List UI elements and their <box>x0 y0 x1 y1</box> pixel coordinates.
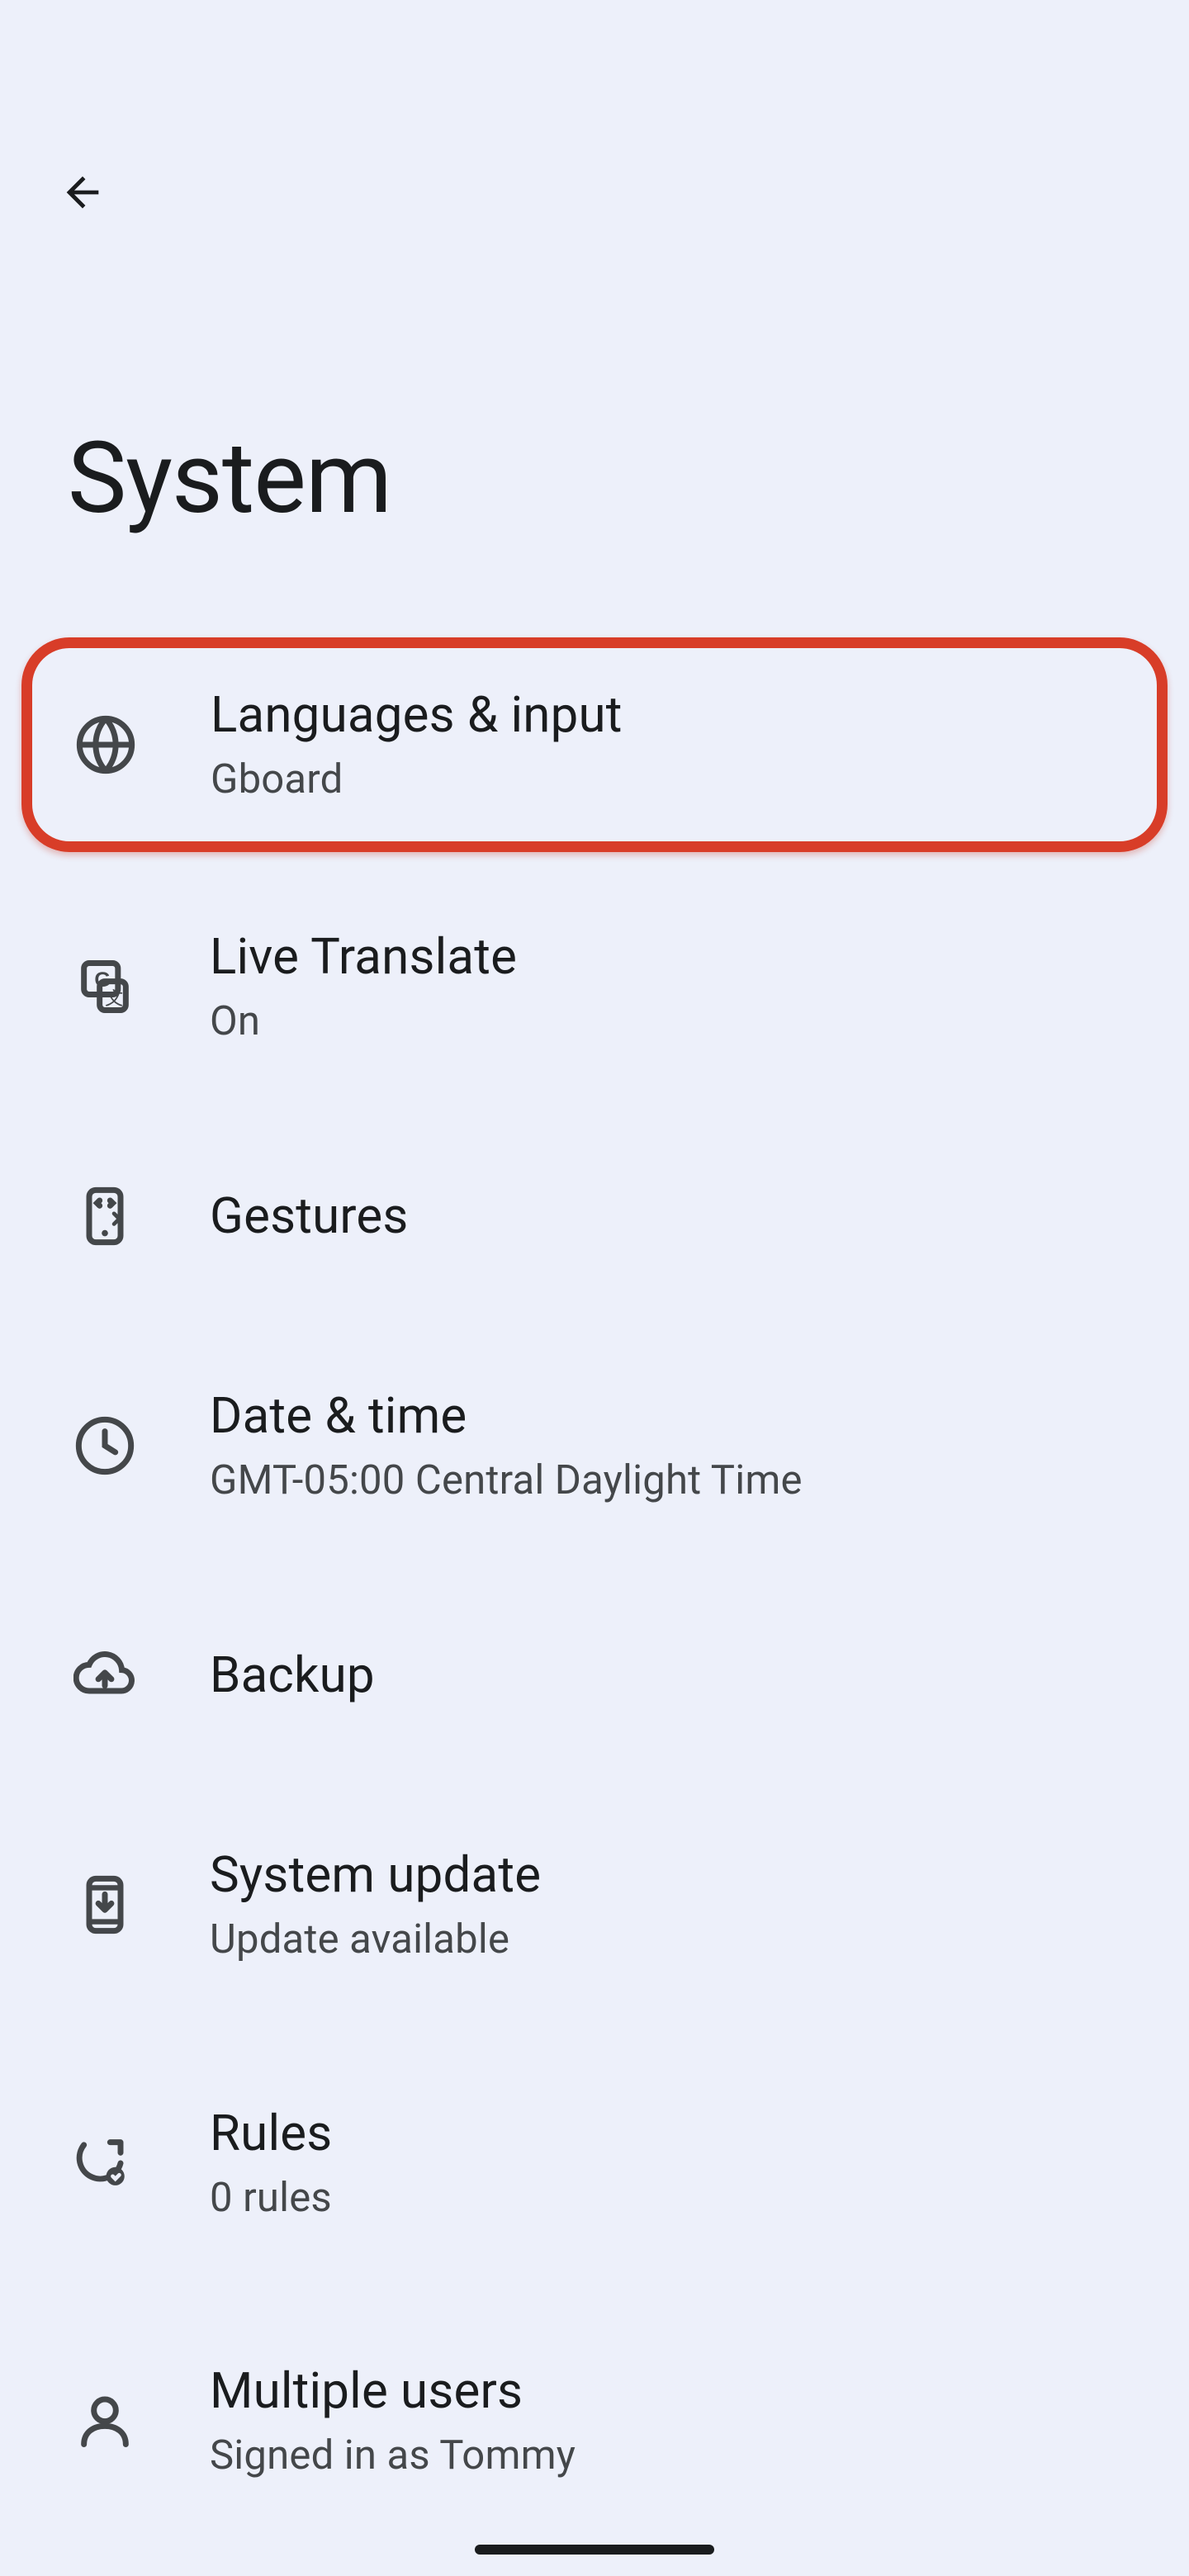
item-title: Date & time <box>210 1384 1148 1448</box>
rules-icon <box>71 2129 139 2197</box>
item-title: Backup <box>210 1643 1148 1707</box>
item-subtitle: Gboard <box>211 752 1137 807</box>
item-text: Rules 0 rules <box>210 2101 1148 2225</box>
list-item-backup[interactable]: Backup <box>0 1598 1189 1752</box>
item-text: Languages & input Gboard <box>211 683 1137 807</box>
item-text: Live Translate On <box>210 925 1148 1049</box>
arrow-back-icon <box>59 168 107 216</box>
item-title: Rules <box>210 2101 1148 2166</box>
item-text: Date & time GMT-05:00 Central Daylight T… <box>210 1384 1148 1508</box>
page-title: System <box>68 421 391 537</box>
globe-icon <box>72 711 140 779</box>
item-subtitle: Update available <box>210 1912 1148 1967</box>
item-text: System update Update available <box>210 1843 1148 1967</box>
item-title: Languages & input <box>211 683 1137 747</box>
list-item-developer-options[interactable]: Developer options <box>0 2555 1189 2576</box>
system-update-icon <box>71 1871 139 1939</box>
list-item-multiple-users[interactable]: Multiple users Signed in as Tommy <box>0 2316 1189 2526</box>
item-title: System update <box>210 1843 1148 1907</box>
list-item-live-translate[interactable]: G 文 Live Translate On <box>0 882 1189 1091</box>
gestures-icon <box>71 1182 139 1250</box>
cloud-upload-icon <box>71 1641 139 1709</box>
list-item-date-time[interactable]: Date & time GMT-05:00 Central Daylight T… <box>0 1341 1189 1551</box>
item-title: Multiple users <box>210 2359 1148 2423</box>
list-item-rules[interactable]: Rules 0 rules <box>0 2058 1189 2268</box>
item-text: Gestures <box>210 1184 1148 1248</box>
settings-list: Languages & input Gboard G 文 Live Transl… <box>0 637 1189 2576</box>
list-item-gestures[interactable]: Gestures <box>0 1139 1189 1293</box>
item-title: Live Translate <box>210 925 1148 989</box>
clock-icon <box>71 1412 139 1480</box>
item-text: Backup <box>210 1643 1148 1707</box>
item-subtitle: Signed in as Tommy <box>210 2428 1148 2483</box>
navigation-handle[interactable] <box>475 2545 714 2555</box>
back-button[interactable] <box>51 161 114 224</box>
list-item-languages-input[interactable]: Languages & input Gboard <box>21 637 1168 852</box>
svg-text:文: 文 <box>105 988 123 1009</box>
list-item-system-update[interactable]: System update Update available <box>0 1800 1189 2010</box>
item-title: Gestures <box>210 1184 1148 1248</box>
system-settings-screen: System Languages & input Gboard <box>0 0 1189 2576</box>
item-text: Multiple users Signed in as Tommy <box>210 2359 1148 2483</box>
person-icon <box>71 2387 139 2455</box>
item-subtitle: GMT-05:00 Central Daylight Time <box>210 1453 1148 1508</box>
item-subtitle: 0 rules <box>210 2171 1148 2225</box>
item-subtitle: On <box>210 994 1148 1049</box>
translate-icon: G 文 <box>71 953 139 1020</box>
